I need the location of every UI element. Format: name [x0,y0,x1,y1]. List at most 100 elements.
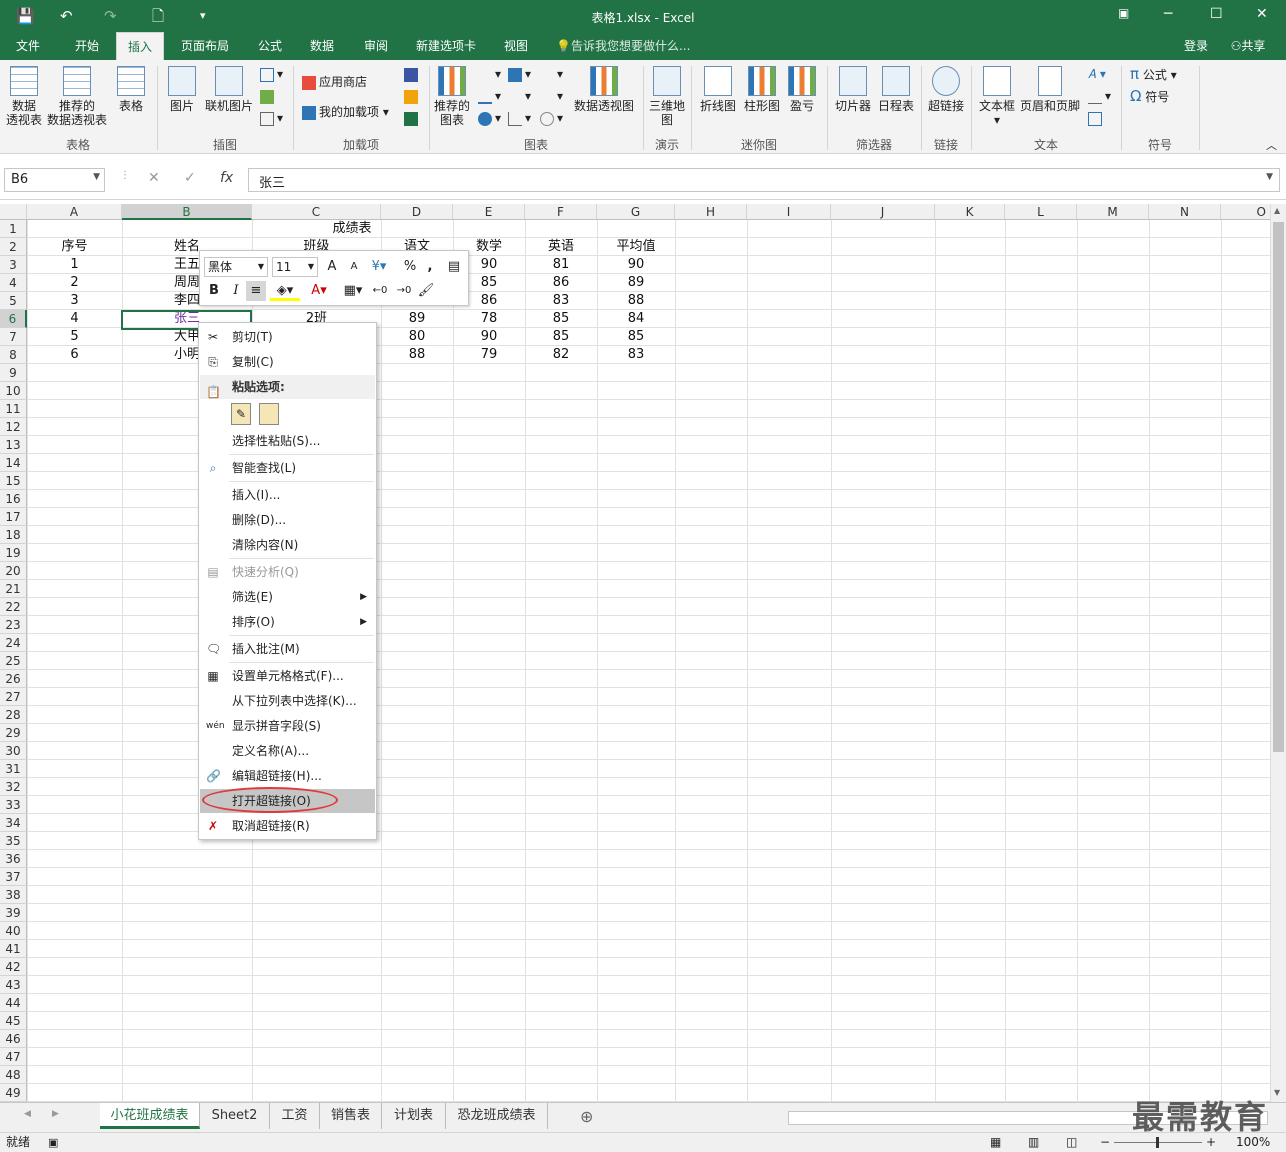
fill-color-icon[interactable]: ◈▾ [270,281,300,301]
percent-style-icon[interactable]: % [400,257,420,277]
bing-button[interactable] [404,88,421,104]
row-header[interactable]: 42 [0,958,27,976]
column-header[interactable]: K [935,204,1005,220]
cell[interactable]: 83 [525,292,597,310]
tell-me-search[interactable]: 💡告诉我您想要做什么... [556,32,706,60]
sheet-tab[interactable]: 小花班成绩表 [100,1103,200,1129]
column-header[interactable]: N [1149,204,1221,220]
expand-formula-icon[interactable]: ▼ [1266,172,1273,182]
column-header[interactable]: E [453,204,525,220]
increase-decimal-icon[interactable]: ←0 [370,281,390,301]
row-header[interactable]: 36 [0,850,27,868]
cell[interactable]: 6 [27,346,122,364]
shrink-font-icon[interactable]: A [344,257,364,277]
column-header[interactable]: D [381,204,453,220]
row-header[interactable]: 32 [0,778,27,796]
row-header[interactable]: 34 [0,814,27,832]
row-header[interactable]: 39 [0,904,27,922]
italic-button[interactable]: I [226,281,246,301]
menu-show-phonetic[interactable]: wén 显示拼音字段(S) [200,714,375,738]
cell[interactable]: 90 [597,256,675,274]
sheet-title-cell[interactable]: 成绩表 [252,220,452,238]
row-header[interactable]: 48 [0,1066,27,1084]
row-header[interactable]: 47 [0,1048,27,1066]
sheet-tab[interactable]: 计划表 [382,1103,446,1129]
row-header[interactable]: 33 [0,796,27,814]
cell[interactable]: 85 [597,328,675,346]
paintbrush-icon[interactable]: 🖌 [416,281,436,301]
wordart-button[interactable]: 𝐴 ▾ [1088,66,1106,82]
column-header[interactable]: B [122,204,252,220]
scroll-down-icon[interactable]: ▼ [1274,1088,1280,1097]
row-header[interactable]: 49 [0,1084,27,1102]
row-header[interactable]: 11 [0,400,27,418]
menu-insert-comment[interactable]: 🗨 插入批注(M) [200,637,375,661]
cell[interactable]: 1 [27,256,122,274]
restore-ribbon-icon[interactable]: ▣ [1118,6,1129,20]
cell[interactable]: 85 [525,310,597,328]
sheet-tab[interactable]: 工资 [270,1103,320,1129]
tab-file[interactable]: 文件 [4,32,52,60]
pivot-chart-button[interactable]: 数据透视图 [572,66,636,113]
3d-map-button[interactable]: 三维地 图 [646,66,688,127]
picture-button[interactable]: 图片 [164,66,200,113]
column-header[interactable]: H [675,204,747,220]
cell[interactable]: 2 [27,274,122,292]
menu-insert[interactable]: 插入(I)... [200,483,375,507]
row-header[interactable]: 23 [0,616,27,634]
paste-formatting-icon[interactable]: ✎ [231,403,251,425]
format-painter-table-icon[interactable]: ▤ [444,257,464,277]
row-header[interactable]: 7 [0,328,27,346]
row-header[interactable]: 25 [0,652,27,670]
row-header[interactable]: 10 [0,382,27,400]
cell[interactable]: 79 [453,346,525,364]
tab-formulas[interactable]: 公式 [248,32,292,60]
menu-define-name[interactable]: 定义名称(A)... [200,739,375,763]
menu-sort[interactable]: 排序(O) ▶ [200,610,375,634]
add-sheet-icon[interactable]: ⊕ [580,1107,593,1126]
tab-insert[interactable]: 插入 [116,32,164,60]
column-header[interactable]: I [747,204,831,220]
people-graph-button[interactable] [404,110,421,126]
row-header[interactable]: 37 [0,868,27,886]
worksheet-grid[interactable]: A B C D E F G H I J K L M N O 1234567891… [0,204,1270,1102]
my-addins-button[interactable]: 我的加载项 ▾ [302,104,389,120]
paste-clipboard-icon[interactable] [259,403,279,425]
select-all-corner[interactable] [0,204,27,220]
maximize-button[interactable]: ☐ [1210,6,1223,22]
menu-paste-special[interactable]: 选择性粘贴(S)... [200,429,375,453]
column-header[interactable]: F [525,204,597,220]
enter-icon[interactable]: ✓ [184,170,196,186]
grow-font-icon[interactable]: A [322,257,342,277]
formula-input[interactable]: 张三 ▼ [248,168,1280,192]
share-button[interactable]: ⚇共享 [1222,32,1274,60]
comma-style-icon[interactable]: , [420,257,440,277]
symbol-button[interactable]: Ω 符号 [1130,88,1169,105]
row-header[interactable]: 45 [0,1012,27,1030]
chevron-down-icon[interactable]: ▼ [308,258,314,276]
insert-function-icon[interactable]: fx [220,170,233,186]
scroll-up-icon[interactable]: ▲ [1274,206,1280,215]
login-link[interactable]: 登录 [1176,32,1216,60]
row-header[interactable]: 22 [0,598,27,616]
store-button[interactable]: 应用商店 [302,74,367,90]
timeline-button[interactable]: 日程表 [874,66,918,113]
tab-data[interactable]: 数据 [300,32,344,60]
name-box[interactable]: B6 ▼ [4,168,105,192]
row-header[interactable]: 29 [0,724,27,742]
row-header[interactable]: 26 [0,670,27,688]
cell[interactable]: 85 [525,328,597,346]
row-header[interactable]: 44 [0,994,27,1012]
cell[interactable]: 86 [525,274,597,292]
row-header[interactable]: 43 [0,976,27,994]
bold-button[interactable]: B [204,281,224,301]
sheet-tab[interactable]: 销售表 [320,1103,382,1129]
recommended-charts-button[interactable]: 推荐的 图表 [432,66,472,127]
menu-format-cells[interactable]: ▦ 设置单元格格式(F)... [200,664,375,688]
menu-pick-from-list[interactable]: 从下拉列表中选择(K)... [200,689,375,713]
cell[interactable]: 88 [381,346,453,364]
chevron-down-icon[interactable]: ▼ [258,258,264,276]
minimize-button[interactable]: ─ [1164,6,1172,22]
shapes-button[interactable]: ▾ [260,66,283,82]
row-header[interactable]: 19 [0,544,27,562]
